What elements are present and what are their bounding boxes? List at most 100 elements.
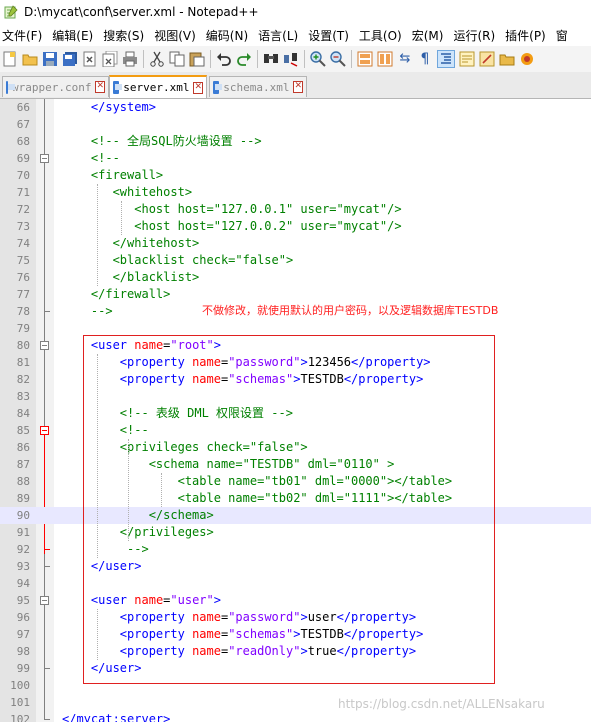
line-number: 67 [16, 118, 30, 131]
line-number: 77 [16, 288, 30, 301]
menu-item[interactable]: 搜索(S) [101, 27, 152, 44]
annotation-box [83, 335, 495, 684]
code-text: <whitehost> [62, 185, 193, 199]
code-text: <!-- [90, 151, 120, 165]
tab-close-icon[interactable]: ✕ [293, 81, 303, 93]
code-line[interactable]: 66 </system> [0, 99, 591, 116]
zoom-out-icon[interactable] [330, 51, 346, 67]
line-number: 82 [16, 373, 30, 386]
menu-item[interactable]: 视图(V) [152, 27, 204, 44]
code-line[interactable]: 72 <host host="127.0.0.1" user="mycat"/> [0, 201, 591, 218]
line-number: 68 [16, 135, 30, 148]
menu-item[interactable]: 运行(R) [451, 27, 503, 44]
tab-wrapper-conf[interactable]: wrapper.conf ✕ [2, 76, 109, 97]
line-number: 83 [16, 390, 30, 403]
save-all-icon[interactable] [62, 51, 78, 67]
redo-icon[interactable] [236, 51, 252, 67]
replace-icon[interactable] [283, 51, 299, 67]
open-file-icon[interactable] [22, 51, 38, 67]
code-text: </blacklist> [62, 270, 200, 284]
menu-item[interactable]: 插件(P) [503, 27, 554, 44]
show-all-icon[interactable]: ¶ [417, 51, 433, 67]
line-number: 70 [16, 169, 30, 182]
line-number: 76 [16, 271, 30, 284]
tab-schema-xml[interactable]: schema.xml ✕ [209, 76, 307, 97]
code-line[interactable]: 68 <!-- 全局SQL防火墙设置 --> [0, 133, 591, 150]
macro-record-icon[interactable] [519, 51, 535, 67]
folder-icon[interactable] [499, 51, 515, 67]
toolbar-separator [304, 50, 305, 68]
doc-map-icon[interactable] [459, 51, 475, 67]
code-text: </system> [90, 100, 156, 114]
menu-item[interactable]: 设置(T) [306, 27, 357, 44]
code-line[interactable]: 74 </whitehost> [0, 235, 591, 252]
menu-item[interactable]: 工具(O) [357, 27, 410, 44]
paste-icon[interactable] [189, 51, 205, 67]
line-number: 102 [10, 713, 30, 722]
tab-close-icon[interactable]: ✕ [193, 81, 203, 94]
indent-guide-icon[interactable] [437, 50, 455, 68]
close-icon[interactable] [82, 51, 98, 67]
tab-label: server.xml [123, 81, 190, 94]
cut-icon[interactable] [149, 51, 165, 67]
code-line[interactable]: 102 </mycat:server> [0, 711, 591, 722]
watermark: https://blog.csdn.net/ALLENsakaru [338, 697, 545, 711]
code-line[interactable]: 71 <whitehost> [0, 184, 591, 201]
file-icon [213, 80, 223, 94]
toolbar-separator [143, 50, 144, 68]
editor[interactable]: 66 </system> 67 68 <!-- 全局SQL防火墙设置 --> 69 <… [0, 99, 591, 722]
code-line[interactable]: 76 </blacklist> [0, 269, 591, 286]
print-icon[interactable] [122, 51, 138, 67]
menu-item[interactable]: 语言(L) [256, 27, 306, 44]
window-title: D:\mycat\conf\server.xml - Notepad++ [24, 5, 259, 19]
tab-label: wrapper.conf [11, 80, 92, 94]
tab-close-icon[interactable]: ✕ [95, 81, 105, 93]
line-number: 96 [16, 611, 30, 624]
word-wrap-icon[interactable]: ⇆ [397, 51, 413, 67]
sync-v-icon[interactable] [357, 51, 373, 67]
code-line[interactable]: 67 [0, 116, 591, 133]
zoom-in-icon[interactable] [310, 51, 326, 67]
line-number: 92 [16, 543, 30, 556]
line-number: 97 [16, 628, 30, 641]
line-number: 85 [16, 424, 30, 437]
line-number: 94 [16, 577, 30, 590]
sync-h-icon[interactable] [377, 51, 393, 67]
menu-bar: 文件(F) 编辑(E) 搜索(S) 视图(V) 编码(N) 语言(L) 设置(T) 工具(O)… [0, 24, 591, 46]
save-icon[interactable] [42, 51, 58, 67]
tab-bar: wrapper.conf ✕ server.xml ✕ schema.xml ✕ [0, 72, 591, 99]
menu-item[interactable]: 窗 [554, 27, 576, 44]
file-icon [113, 81, 123, 94]
function-list-icon[interactable] [479, 51, 495, 67]
menu-item[interactable]: 文件(F) [0, 27, 50, 44]
toolbar: ⇆ ¶ [0, 46, 591, 73]
line-number: 79 [16, 322, 30, 335]
undo-icon[interactable] [216, 51, 232, 67]
menu-item[interactable]: 编码(N) [204, 27, 256, 44]
menu-item[interactable]: 编辑(E) [50, 27, 101, 44]
find-icon[interactable] [263, 51, 279, 67]
copy-icon[interactable] [169, 51, 185, 67]
line-number: 74 [16, 237, 30, 250]
line-number: 80 [16, 339, 30, 352]
code-text: <!-- 全局SQL防火墙设置 --> [90, 134, 262, 148]
code-line[interactable]: 70 <firewall> [0, 167, 591, 184]
close-all-icon[interactable] [102, 51, 118, 67]
menu-item[interactable]: 宏(M) [410, 27, 452, 44]
tab-server-xml[interactable]: server.xml ✕ [109, 75, 207, 98]
toolbar-separator [351, 50, 352, 68]
code-line[interactable]: 75 <blacklist check="false"> [0, 252, 591, 269]
line-number: 87 [16, 458, 30, 471]
line-number: 84 [16, 407, 30, 420]
file-icon [6, 80, 15, 94]
code-line[interactable]: 77 </firewall> [0, 286, 591, 303]
code-line[interactable]: 69 <!-- [0, 150, 591, 167]
toolbar-separator [210, 50, 211, 68]
code-line[interactable]: 73 <host host="127.0.0.2" user="mycat"/> [0, 218, 591, 235]
new-file-icon[interactable] [2, 51, 18, 67]
line-number: 72 [16, 203, 30, 216]
code-text: <firewall> [62, 168, 164, 182]
line-number: 73 [16, 220, 30, 233]
line-number: 78 [16, 305, 30, 318]
code-text: --> [62, 304, 113, 318]
